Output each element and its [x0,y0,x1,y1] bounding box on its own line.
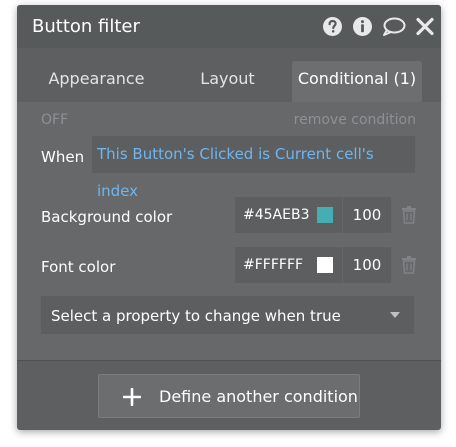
plus-icon [123,388,141,406]
background-color-label: Background color [41,208,173,226]
when-label: When [41,148,85,166]
define-another-condition-label: Define another condition [159,387,358,406]
tab-conditional[interactable]: Conditional (1) [292,61,422,102]
background-opacity-input[interactable]: 100 [343,197,391,233]
trash-icon[interactable] [401,256,417,274]
font-color-hex: #FFFFFF [243,257,304,273]
caret-down-icon [390,312,400,318]
font-color-swatch[interactable] [317,257,333,273]
property-select-placeholder: Select a property to change when true [51,307,341,325]
condition-body: OFF remove condition When This Button's … [17,102,441,361]
remove-condition-link[interactable]: remove condition [294,112,416,128]
font-opacity-input[interactable]: 100 [343,247,391,283]
tab-appearance[interactable]: Appearance [34,61,159,102]
panel-title: Button filter [32,16,140,37]
trash-icon[interactable] [401,206,417,224]
background-color-picker[interactable]: #45AEB3 [235,197,342,233]
tab-layout[interactable]: Layout [175,61,280,102]
comment-icon[interactable] [382,16,406,37]
font-color-picker[interactable]: #FFFFFF [235,247,342,283]
background-color-hex: #45AEB3 [243,207,310,223]
background-color-swatch[interactable] [317,207,333,223]
define-another-condition-button[interactable]: Define another condition [98,374,360,418]
property-select-dropdown[interactable]: Select a property to change when true [41,296,414,334]
font-color-label: Font color [41,258,116,276]
info-icon[interactable] [352,16,373,37]
condition-status[interactable]: OFF [41,112,68,128]
condition-expression-field[interactable]: This Button's Clicked is Current cell's … [92,136,415,200]
conditional-panel: Button filter Appearance Layout Conditio… [17,5,441,430]
close-icon[interactable] [416,16,434,37]
tab-bar: Appearance Layout Conditional (1) [17,48,441,103]
panel-header: Button filter [17,5,441,48]
help-icon[interactable] [322,16,343,37]
